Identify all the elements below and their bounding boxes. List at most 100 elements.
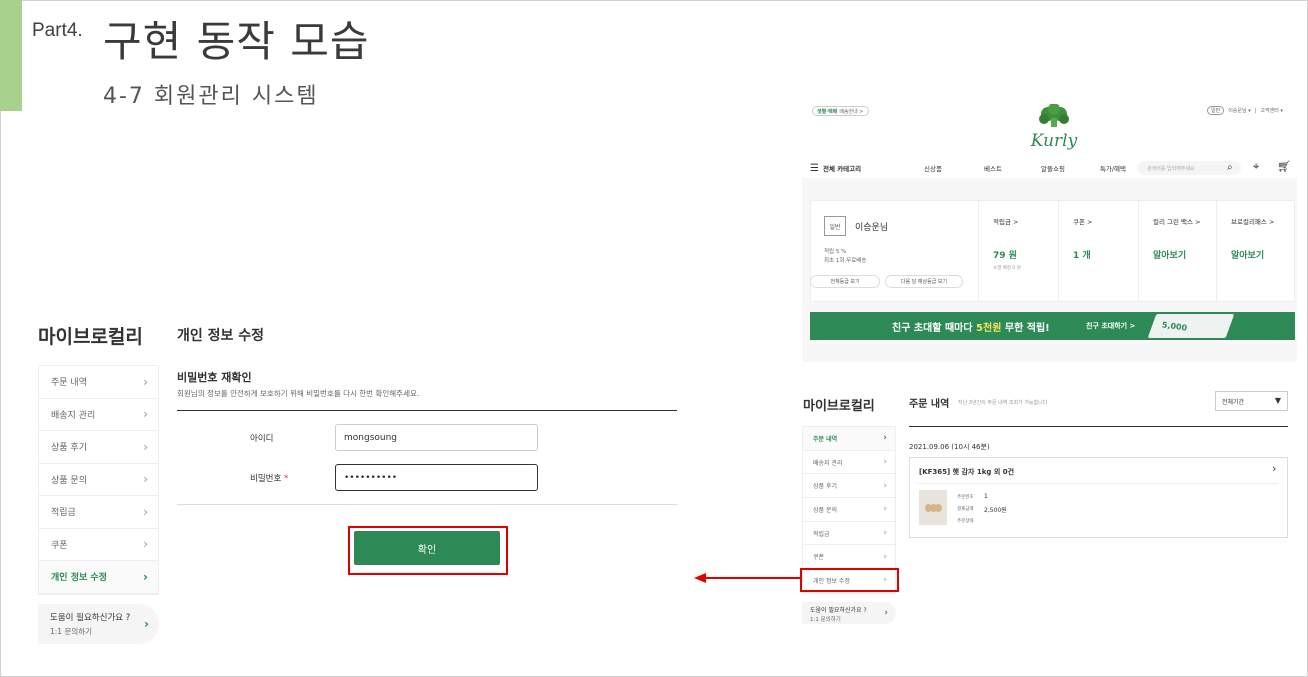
id-input[interactable]: [335, 424, 538, 451]
points-summary[interactable]: 적립금 > 79 원 소멸 예정 0 원: [978, 200, 1058, 302]
logo-text: Kurly: [1030, 131, 1078, 151]
chevron-right-icon: ›: [883, 551, 887, 562]
grade-pill-small[interactable]: 일반: [1207, 106, 1225, 115]
member-name: 이승운님: [855, 223, 889, 233]
right-sidebar-title: 마이브로컬리: [803, 399, 875, 414]
chevron-right-icon: ›: [144, 617, 149, 631]
slide-title: 구현 동작 모습: [103, 17, 370, 66]
help-inquiry-link[interactable]: 1:1 문의하기: [50, 626, 147, 637]
product-thumbnail: [919, 490, 947, 525]
period-value: 전체기간: [1222, 398, 1245, 406]
order-product-name[interactable]: [KF365] 햇 감자 1kg 외 0건: [919, 467, 1014, 477]
delivery-info-badge[interactable]: 샛별·택배 배송안내 >: [812, 106, 869, 116]
part-label: Part4.: [32, 20, 83, 41]
invite-highlight: 5천원: [976, 323, 1002, 334]
section-title: 비밀번호 재확인: [177, 371, 252, 384]
order-amount-label: 결제금액: [957, 507, 974, 512]
chevron-right-icon: ›: [143, 374, 148, 389]
sidebar-item-label: 상품 후기: [51, 443, 87, 454]
gnb-menu-best[interactable]: 베스트: [963, 163, 1023, 173]
sidebar-item-label: 개인 정보 수정: [51, 573, 107, 584]
period-select[interactable]: 전체기간 ▼: [1215, 391, 1288, 411]
order-date: 2021.09.06 (10시 46분): [909, 443, 990, 451]
location-pin-icon[interactable]: ⌖: [1253, 160, 1259, 174]
chevron-right-icon: ›: [143, 569, 148, 584]
search-input[interactable]: 검색어를 입력해주세요: [1137, 161, 1241, 175]
right-help-box[interactable]: 도움이 필요하신가요 ? 1:1 문의하기 ›: [802, 602, 896, 624]
left-help-box[interactable]: 도움이 필요하신가요 ? 1:1 문의하기 ›: [38, 604, 159, 644]
order-status-label: 주문상태: [957, 519, 974, 524]
chevron-right-icon: ›: [883, 433, 887, 444]
accent-bar: [0, 0, 22, 111]
chevron-right-icon: ›: [143, 407, 148, 422]
coupon-value: 1 개: [1073, 251, 1091, 261]
sidebar-item-label: 주문 내역: [813, 435, 838, 443]
left-sidebar-item[interactable]: 상품 문의 ›: [39, 464, 158, 496]
broccoli-icon: [1039, 104, 1069, 127]
sidebar-item-label: 배송지 관리: [813, 459, 843, 467]
left-sidebar-item[interactable]: 쿠폰 ›: [39, 529, 158, 561]
chevron-right-icon: ›: [143, 504, 148, 519]
points-value: 79 원: [993, 251, 1017, 261]
member-benefit: 적립 5 %: [824, 249, 847, 255]
right-sidebar-item[interactable]: 상품 후기 ›: [803, 474, 895, 499]
pass-summary[interactable]: 브로컬리패스 > 알아보기: [1216, 200, 1295, 302]
separator: |: [1254, 107, 1257, 114]
sidebar-item-label: 주문 내역: [51, 378, 87, 389]
user-menu[interactable]: 이승운님 ▾: [1228, 107, 1251, 114]
orders-title: 주문 내역: [909, 399, 950, 410]
help-title: 도움이 필요하신가요 ?: [810, 607, 867, 614]
chevron-right-icon: ›: [883, 480, 887, 491]
greenbox-title: 컬리 그린 백스 >: [1153, 218, 1201, 226]
left-sidebar-title: 마이브로컬리: [38, 326, 143, 348]
sidebar-item-label: 상품 후기: [813, 483, 837, 491]
left-sidebar-item[interactable]: 개인 정보 수정 ›: [39, 561, 158, 594]
left-sidebar-item[interactable]: 배송지 관리 ›: [39, 399, 158, 431]
order-number-value: 1: [984, 493, 988, 500]
cart-icon[interactable]: 🛒︎: [1277, 160, 1291, 173]
invite-text-a: 친구 초대할 때마다: [892, 323, 977, 334]
ticket-graphic: 5,000: [1147, 314, 1235, 338]
confirm-button[interactable]: 확인: [354, 531, 500, 565]
top-links: 일반 이승운님 ▾ | 고객센터 ▾: [1207, 106, 1283, 115]
left-sidebar-item[interactable]: 상품 후기 ›: [39, 431, 158, 464]
gnb-menu-new[interactable]: 신상품: [903, 163, 963, 173]
page-title: 개인 정보 수정: [177, 328, 265, 344]
kurly-logo[interactable]: Kurly: [1026, 104, 1082, 152]
left-sidebar-item[interactable]: 주문 내역 ›: [39, 366, 158, 399]
sidebar-item-label: 적립금: [51, 508, 76, 519]
right-sidebar-item[interactable]: 상품 문의 ›: [803, 498, 895, 522]
right-sidebar-item[interactable]: 적립금 ›: [803, 522, 895, 546]
chevron-right-icon: ›: [883, 504, 887, 515]
divider: [909, 426, 1288, 427]
chevron-right-icon: ›: [143, 537, 148, 552]
gnb-menu-sale[interactable]: 알뜰쇼핑: [1023, 163, 1083, 173]
left-sidebar-item[interactable]: 적립금 ›: [39, 496, 158, 529]
delivery-type: 샛별·택배: [817, 108, 838, 115]
arrow-left-icon: [694, 573, 706, 583]
order-amount-value: 2,500원: [984, 507, 1007, 514]
search-icon[interactable]: ⌕: [1227, 162, 1233, 173]
all-category-menu[interactable]: 전체 카테고리: [823, 163, 903, 173]
help-inquiry-link[interactable]: 1:1 문의하기: [810, 615, 888, 623]
password-input[interactable]: [335, 464, 538, 491]
invite-cta[interactable]: 친구 초대하기 >: [1086, 321, 1135, 331]
greenbox-value: 알아보기: [1153, 251, 1187, 261]
customer-center-menu[interactable]: 고객센터 ▾: [1260, 107, 1283, 114]
invite-text: 친구 초대할 때마다 5천원 무한 적립!: [892, 319, 1050, 334]
gnb-menu-benefit[interactable]: 특가/혜택: [1083, 163, 1143, 173]
right-sidebar-item[interactable]: 배송지 관리 ›: [803, 451, 895, 475]
chevron-right-icon[interactable]: ›: [1272, 462, 1276, 475]
divider: [917, 483, 1278, 484]
all-grades-button[interactable]: 전체등급 보기: [810, 275, 880, 288]
right-sidebar-item[interactable]: 쿠폰 ›: [803, 545, 895, 570]
right-sidebar-item[interactable]: 주문 내역 ›: [803, 427, 895, 451]
pass-title: 브로컬리패스 >: [1231, 218, 1275, 226]
menu-icon[interactable]: ☰: [810, 163, 819, 174]
greenbox-summary[interactable]: 컬리 그린 백스 > 알아보기: [1138, 200, 1216, 302]
coupon-summary[interactable]: 쿠폰 > 1 개: [1058, 200, 1138, 302]
sidebar-item-label: 쿠폰: [51, 540, 68, 551]
required-mark: *: [283, 474, 289, 484]
invite-banner[interactable]: 친구 초대할 때마다 5천원 무한 적립! 친구 초대하기 > 5,000: [810, 312, 1295, 340]
next-grade-button[interactable]: 다음 달 예상등급 보기: [885, 275, 963, 288]
